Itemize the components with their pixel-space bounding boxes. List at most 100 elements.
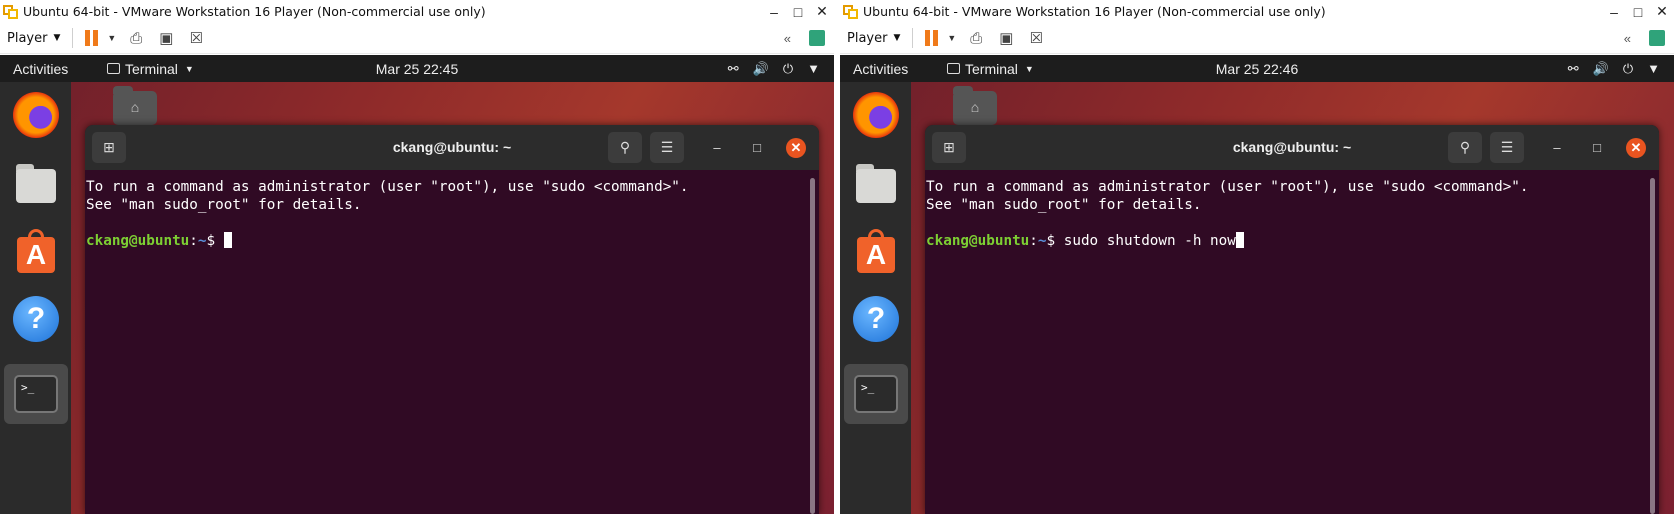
search-button[interactable]: ⚲ xyxy=(1448,132,1482,163)
ubuntu-desktop: Activities Terminal ▼ Mar 25 22:45 ⚯ 🔊 ⏻… xyxy=(0,55,834,514)
player-menu[interactable]: Player ▼ xyxy=(7,31,60,46)
send-keys-icon[interactable]: ⎙ xyxy=(966,28,986,48)
app-menu-label: Terminal xyxy=(965,60,1018,77)
dock: A ? >_ xyxy=(0,82,71,514)
home-folder-icon[interactable]: ⌂ xyxy=(953,86,997,125)
pause-icon[interactable] xyxy=(923,29,939,47)
activities-button[interactable]: Activities xyxy=(853,61,947,77)
terminal-window[interactable]: ⊞ ckang@ubuntu: ~ ⚲ ☰ – □ ✕ To run a com… xyxy=(85,125,819,514)
terminal-close-button[interactable]: ✕ xyxy=(1626,138,1646,158)
vmware-toolbar: Player ▼ ▼ ⎙ ▣ ☒ « xyxy=(840,23,1674,54)
ubuntu-desktop: Activities Terminal ▼ Mar 25 22:46 ⚯ 🔊 ⏻… xyxy=(840,55,1674,514)
typed-command: sudo shutdown -h now xyxy=(1063,233,1236,249)
new-tab-button[interactable]: ⊞ xyxy=(932,132,966,163)
close-window-button[interactable]: ✕ xyxy=(810,3,834,20)
pause-dropdown-icon[interactable]: ▼ xyxy=(947,33,956,43)
unity-icon[interactable]: ☒ xyxy=(1026,28,1046,48)
files-icon[interactable] xyxy=(13,161,59,207)
terminal-line: See "man sudo_root" for details. xyxy=(86,197,362,213)
pause-dropdown-icon[interactable]: ▼ xyxy=(107,33,116,43)
toolbar-divider xyxy=(912,28,914,48)
terminal-minimize-button[interactable]: – xyxy=(707,138,727,158)
close-window-button[interactable]: ✕ xyxy=(1650,3,1674,20)
firefox-icon[interactable] xyxy=(13,92,59,138)
fullscreen-icon[interactable]: ▣ xyxy=(996,28,1016,48)
network-icon[interactable]: ⚯ xyxy=(728,61,739,77)
maximize-window-button[interactable]: □ xyxy=(786,4,810,20)
chevron-down-icon: ▼ xyxy=(184,63,194,74)
app-menu[interactable]: Terminal ▼ xyxy=(947,61,1034,77)
terminal-scrollbar[interactable] xyxy=(810,178,815,514)
terminal-maximize-button[interactable]: □ xyxy=(747,138,767,158)
minimize-window-button[interactable]: – xyxy=(762,4,786,20)
terminal-scrollbar[interactable] xyxy=(1650,178,1655,514)
software-icon[interactable]: A xyxy=(13,229,59,275)
collapse-icon[interactable]: « xyxy=(1624,31,1631,46)
power-icon[interactable]: ⏻ xyxy=(1623,61,1633,77)
vmware-toolbar: Player ▼ ▼ ⎙ ▣ ☒ « xyxy=(0,23,834,54)
terminal-minimize-button[interactable]: – xyxy=(1547,138,1567,158)
terminal-window[interactable]: ⊞ ckang@ubuntu: ~ ⚲ ☰ – □ ✕ To run a com… xyxy=(925,125,1659,514)
vmware-title-bar: Ubuntu 64-bit - VMware Workstation 16 Pl… xyxy=(0,0,834,23)
fullscreen-icon[interactable]: ▣ xyxy=(156,28,176,48)
volume-icon[interactable]: 🔊 xyxy=(1593,61,1609,77)
system-tray[interactable]: ⚯ 🔊 ⏻ ▼ xyxy=(728,55,820,82)
chevron-down-icon[interactable]: ▼ xyxy=(1647,61,1660,76)
notes-icon[interactable] xyxy=(1649,30,1665,46)
notes-icon[interactable] xyxy=(809,30,825,46)
pause-icon[interactable] xyxy=(83,29,99,47)
chevron-down-icon[interactable]: ▼ xyxy=(807,61,820,76)
prompt-line: ckang@ubuntu:~$ xyxy=(86,232,806,250)
terminal-icon: >_ xyxy=(854,375,898,413)
hamburger-menu-button[interactable]: ☰ xyxy=(650,132,684,163)
prompt-separator: : xyxy=(189,233,198,249)
terminal-line: See "man sudo_root" for details. xyxy=(926,197,1202,213)
prompt-path: ~ xyxy=(1037,233,1047,249)
terminal-header-bar: ⊞ ckang@ubuntu: ~ ⚲ ☰ – □ ✕ xyxy=(925,125,1659,170)
activities-button[interactable]: Activities xyxy=(13,61,107,77)
files-icon[interactable] xyxy=(853,161,899,207)
vmware-logo-icon xyxy=(843,4,859,20)
help-icon[interactable]: ? xyxy=(853,296,899,342)
prompt-line: ckang@ubuntu:~$ sudo shutdown -h now xyxy=(926,232,1646,250)
window-title: Ubuntu 64-bit - VMware Workstation 16 Pl… xyxy=(23,4,486,19)
terminal-icon: >_ xyxy=(14,375,58,413)
menu-icon: ☰ xyxy=(660,139,674,155)
system-tray[interactable]: ⚯ 🔊 ⏻ ▼ xyxy=(1568,55,1660,82)
chevron-down-icon: ▼ xyxy=(893,33,901,43)
app-menu[interactable]: Terminal ▼ xyxy=(107,61,194,77)
terminal-output[interactable]: To run a command as administrator (user … xyxy=(86,178,806,250)
firefox-icon[interactable] xyxy=(853,92,899,138)
terminal-close-button[interactable]: ✕ xyxy=(786,138,806,158)
dock: A ? >_ xyxy=(840,82,911,514)
minimize-window-button[interactable]: – xyxy=(1602,4,1626,20)
new-tab-button[interactable]: ⊞ xyxy=(92,132,126,163)
terminal-dock-item[interactable]: >_ xyxy=(4,364,68,424)
hamburger-menu-button[interactable]: ☰ xyxy=(1490,132,1524,163)
player-menu[interactable]: Player ▼ xyxy=(847,31,900,46)
help-icon[interactable]: ? xyxy=(13,296,59,342)
vmware-window: Ubuntu 64-bit - VMware Workstation 16 Pl… xyxy=(0,0,834,514)
volume-icon[interactable]: 🔊 xyxy=(753,61,769,77)
prompt-user: ckang@ubuntu xyxy=(86,233,190,249)
maximize-window-button[interactable]: □ xyxy=(1626,4,1650,20)
panel-divider xyxy=(834,0,840,514)
terminal-maximize-button[interactable]: □ xyxy=(1587,138,1607,158)
software-icon[interactable]: A xyxy=(853,229,899,275)
search-button[interactable]: ⚲ xyxy=(608,132,642,163)
search-icon: ⚲ xyxy=(1459,139,1471,155)
network-icon[interactable]: ⚯ xyxy=(1568,61,1579,77)
collapse-icon[interactable]: « xyxy=(784,31,791,46)
terminal-line: To run a command as administrator (user … xyxy=(86,179,689,195)
search-icon: ⚲ xyxy=(619,139,631,155)
player-menu-label: Player xyxy=(847,30,888,46)
send-keys-icon[interactable]: ⎙ xyxy=(126,28,146,48)
unity-icon[interactable]: ☒ xyxy=(186,28,206,48)
power-icon[interactable]: ⏻ xyxy=(783,61,793,77)
home-folder-icon[interactable]: ⌂ xyxy=(113,86,157,125)
terminal-dock-item[interactable]: >_ xyxy=(844,364,908,424)
vmware-logo-icon xyxy=(3,4,19,20)
gnome-top-bar: Activities Terminal ▼ Mar 25 22:46 ⚯ 🔊 ⏻… xyxy=(840,55,1674,82)
menu-icon: ☰ xyxy=(1500,139,1514,155)
terminal-output[interactable]: To run a command as administrator (user … xyxy=(926,178,1646,250)
